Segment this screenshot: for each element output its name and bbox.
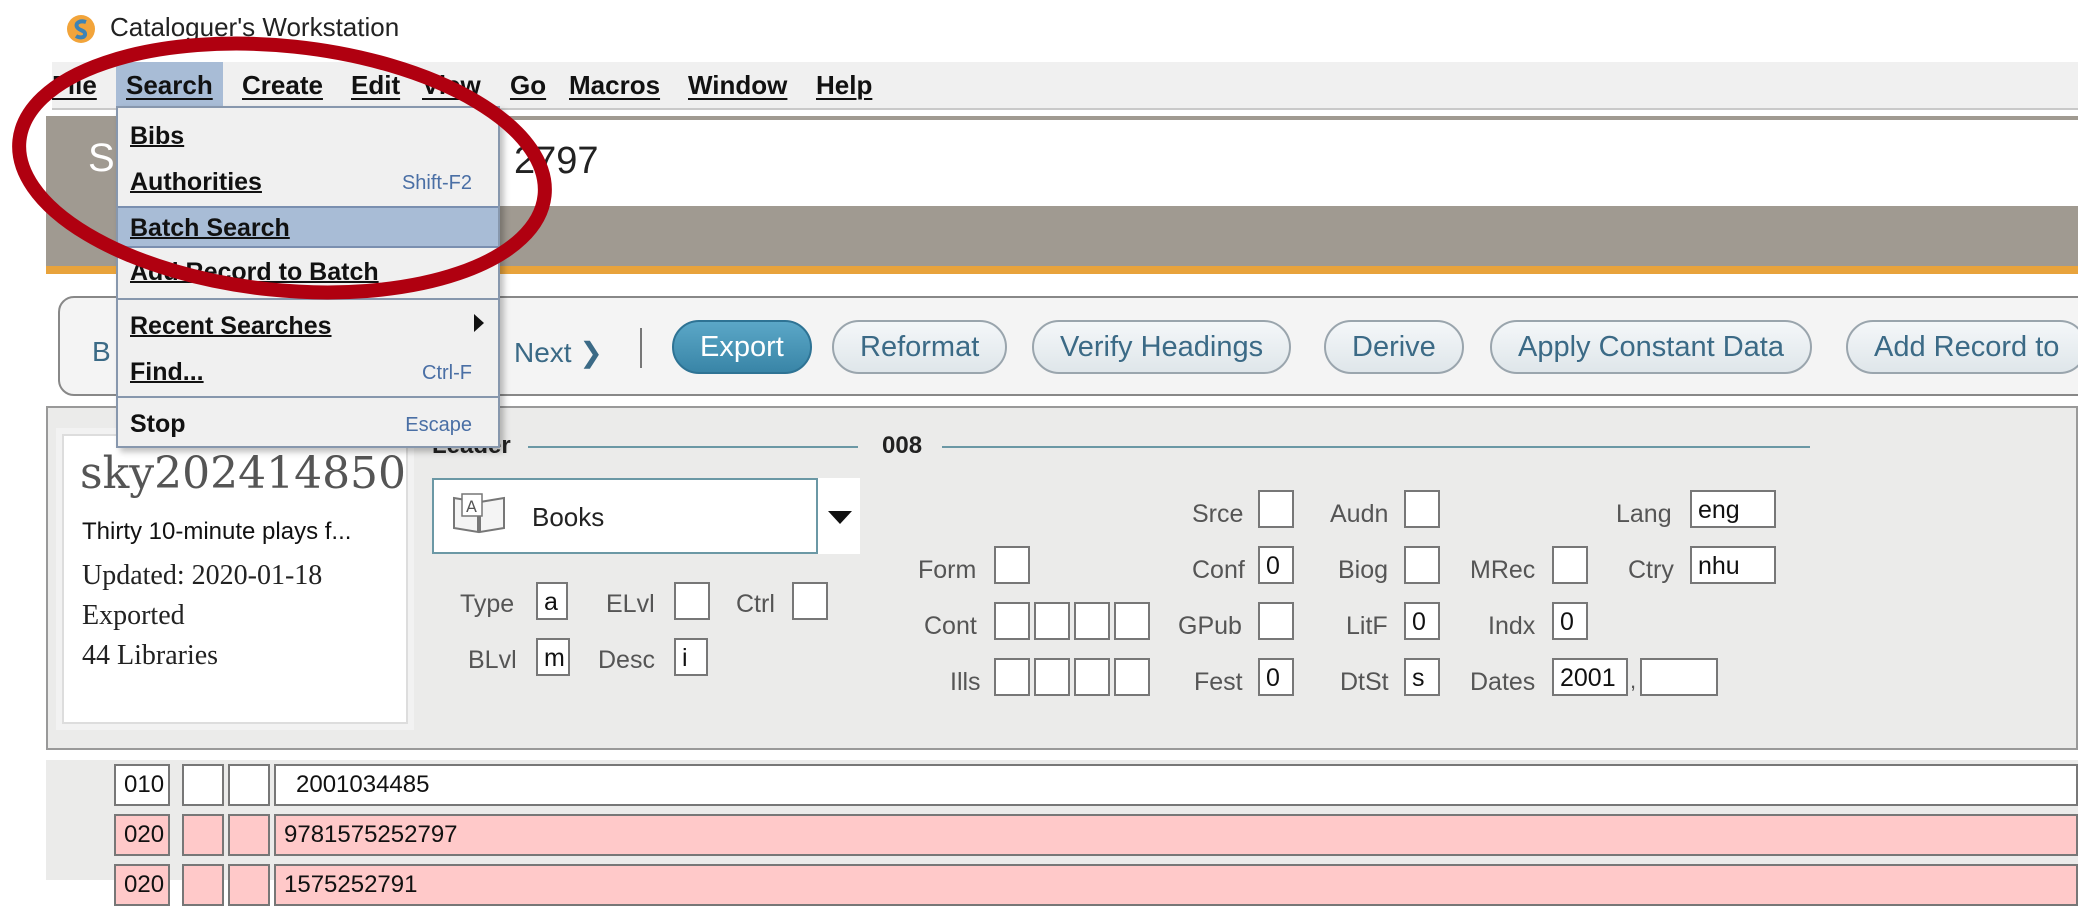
- record-id: sky202414850: [80, 448, 407, 499]
- f008-ills-field-1[interactable]: [994, 658, 1030, 696]
- dates-separator: ,: [1630, 668, 1637, 693]
- f008-ills-field-4[interactable]: [1114, 658, 1150, 696]
- dropdown-arrow-icon[interactable]: [816, 478, 860, 554]
- menu-item-recent-searches[interactable]: Recent Searches: [118, 306, 498, 346]
- submenu-arrow-icon: [474, 314, 484, 332]
- leader-type-field[interactable]: a: [536, 582, 568, 620]
- label-indx: Indx: [1488, 612, 1536, 640]
- f008-audn-field[interactable]: [1404, 490, 1440, 528]
- f008-cont-field-3[interactable]: [1074, 602, 1110, 640]
- reformat-button[interactable]: Reformat: [832, 320, 1008, 374]
- 008-section-label: 008: [882, 432, 923, 459]
- record-updated: Updated: 2020-01-18: [82, 560, 323, 591]
- shortcut-label: Ctrl-F: [422, 362, 472, 384]
- label-srce: Srce: [1192, 500, 1244, 528]
- marc-tag[interactable]: 020: [114, 814, 170, 856]
- label-lang: Lang: [1616, 500, 1672, 528]
- menu-macros[interactable]: Macros: [569, 62, 660, 108]
- f008-indx-field[interactable]: 0: [1552, 602, 1588, 640]
- f008-fest-field[interactable]: 0: [1258, 658, 1294, 696]
- marc-tag[interactable]: 010: [114, 764, 170, 806]
- export-button[interactable]: Export: [672, 320, 812, 374]
- marc-indicator-2[interactable]: [228, 864, 270, 906]
- format-select-value: Books: [532, 502, 605, 532]
- f008-dtst-field[interactable]: s: [1404, 658, 1440, 696]
- label-fest: Fest: [1194, 668, 1243, 696]
- menu-item-stop[interactable]: Stop Escape: [118, 404, 498, 444]
- marc-indicator-1[interactable]: [182, 764, 224, 806]
- label-type: Type: [460, 590, 515, 618]
- label-gpub: GPub: [1178, 612, 1242, 640]
- f008-srce-field[interactable]: [1258, 490, 1294, 528]
- derive-button[interactable]: Derive: [1324, 320, 1464, 374]
- menu-separator: [118, 396, 498, 398]
- add-record-to-button[interactable]: Add Record to: [1846, 320, 2078, 374]
- f008-dates1-field[interactable]: 2001: [1552, 658, 1628, 696]
- label-ills: Ills: [950, 668, 981, 696]
- marc-indicator-1[interactable]: [182, 814, 224, 856]
- f008-gpub-field[interactable]: [1258, 602, 1294, 640]
- label-blvl: BLvl: [468, 646, 517, 674]
- 008-section-rule: [942, 446, 1810, 448]
- shortcut-label: Escape: [405, 414, 472, 436]
- marc-value[interactable]: 9781575252797: [274, 814, 2078, 856]
- f008-ills-field-2[interactable]: [1034, 658, 1070, 696]
- menu-help[interactable]: Help: [816, 62, 872, 108]
- leader-elvl-field[interactable]: [674, 582, 710, 620]
- f008-lang-field[interactable]: eng: [1690, 490, 1776, 528]
- label-elvl: ELvl: [606, 590, 655, 618]
- marc-indicator-1[interactable]: [182, 864, 224, 906]
- next-record-link[interactable]: Next ❯: [514, 336, 603, 369]
- f008-ctry-field[interactable]: nhu: [1690, 546, 1776, 584]
- f008-mrec-field[interactable]: [1552, 546, 1588, 584]
- verify-headings-button[interactable]: Verify Headings: [1032, 320, 1292, 374]
- label-form: Form: [918, 556, 977, 584]
- apply-constant-data-button[interactable]: Apply Constant Data: [1490, 320, 1812, 374]
- label-cont: Cont: [924, 612, 977, 640]
- leader-desc-field[interactable]: i: [674, 638, 708, 676]
- label-conf: Conf: [1192, 556, 1245, 584]
- label-dates: Dates: [1470, 668, 1536, 696]
- label-biog: Biog: [1338, 556, 1389, 584]
- record-header-panel: [500, 120, 2078, 206]
- marc-indicator-2[interactable]: [228, 764, 270, 806]
- marc-indicator-2[interactable]: [228, 814, 270, 856]
- record-library-count[interactable]: 44 Libraries: [82, 640, 218, 672]
- menu-item-find[interactable]: Find... Ctrl-F: [118, 352, 498, 392]
- label-dtst: DtSt: [1340, 668, 1389, 696]
- f008-form-field[interactable]: [994, 546, 1030, 584]
- marc-tag[interactable]: 020: [114, 864, 170, 906]
- menu-window[interactable]: Window: [688, 62, 787, 108]
- f008-dates2-field[interactable]: [1640, 658, 1718, 696]
- f008-ills-field-3[interactable]: [1074, 658, 1110, 696]
- label-ctrl: Ctrl: [736, 590, 775, 618]
- leader-section-rule: [528, 446, 858, 448]
- toolbar-divider: [640, 328, 642, 368]
- f008-litf-field[interactable]: 0: [1404, 602, 1440, 640]
- book-icon: A: [450, 490, 508, 536]
- record-status: Exported: [82, 600, 185, 631]
- f008-cont-field-2[interactable]: [1034, 602, 1070, 640]
- label-audn: Audn: [1330, 500, 1389, 528]
- label-mrec: MRec: [1470, 556, 1536, 584]
- back-link-fragment[interactable]: B: [92, 336, 111, 368]
- label-litf: LitF: [1346, 612, 1388, 640]
- chevron-right-icon: ❯: [579, 337, 603, 368]
- f008-cont-field-4[interactable]: [1114, 602, 1150, 640]
- leader-blvl-field[interactable]: m: [536, 638, 570, 676]
- annotation-ellipse: [12, 36, 552, 300]
- marc-value[interactable]: 1575252791: [274, 864, 2078, 906]
- label-desc: Desc: [598, 646, 655, 674]
- leader-ctrl-field[interactable]: [792, 582, 828, 620]
- f008-conf-field[interactable]: 0: [1258, 546, 1294, 584]
- svg-text:A: A: [466, 497, 477, 516]
- label-ctry: Ctry: [1628, 556, 1674, 584]
- next-label: Next: [514, 337, 572, 368]
- record-title: Thirty 10-minute plays f...: [82, 518, 352, 545]
- marc-value[interactable]: 2001034485: [274, 764, 2078, 806]
- f008-cont-field-1[interactable]: [994, 602, 1030, 640]
- f008-biog-field[interactable]: [1404, 546, 1440, 584]
